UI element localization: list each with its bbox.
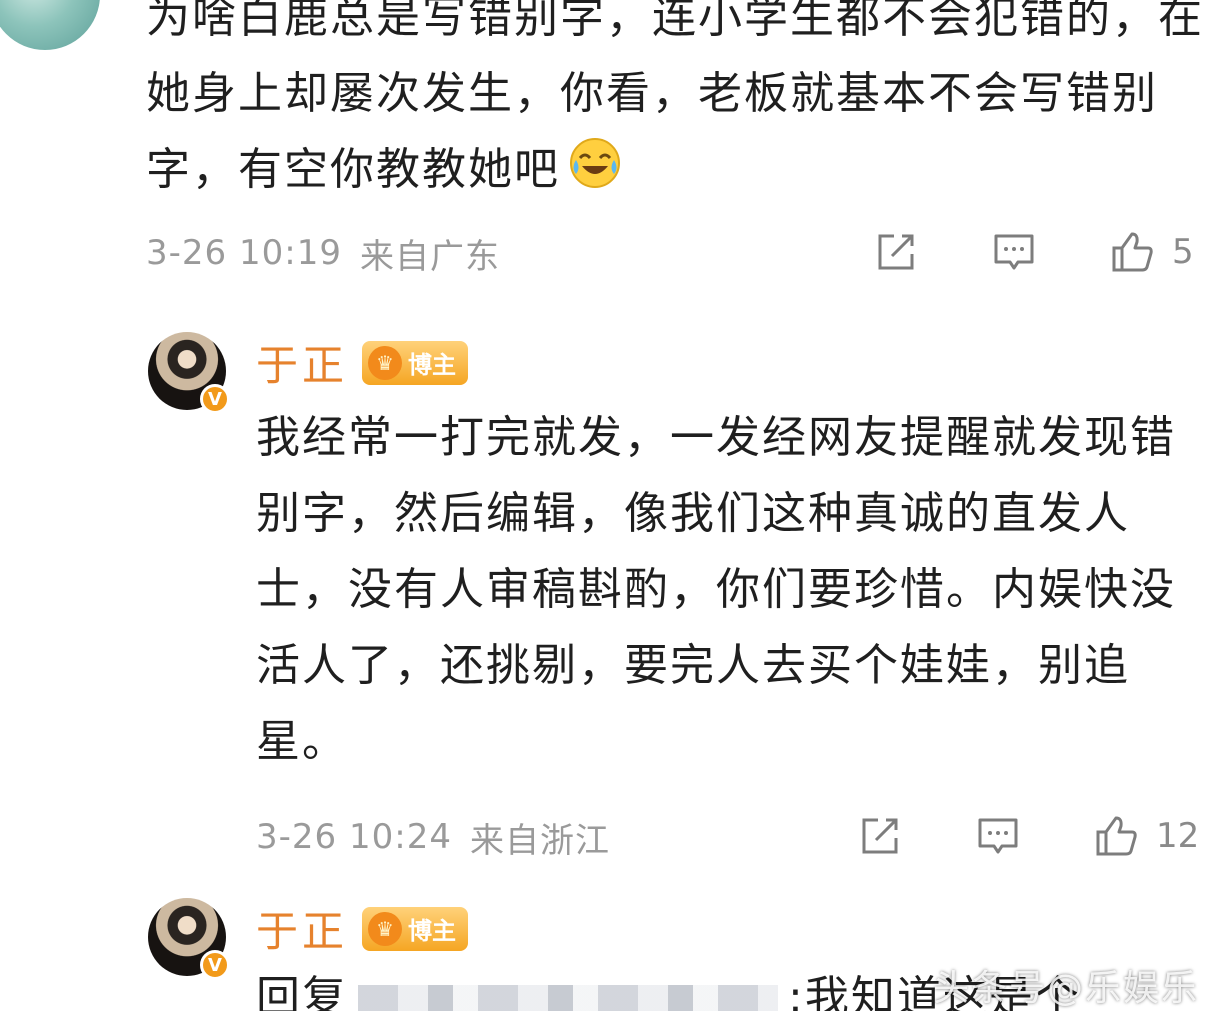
comment-body: 为啥白鹿总是写错别字，连小学生都不会犯错的，在她身上却屡次发生，你看，老板就基本… [146, 0, 1206, 208]
verified-v-icon: V [200, 384, 230, 414]
comment-time: 3-26 10:19 [146, 233, 342, 273]
crown-icon: ♛ [368, 911, 403, 946]
blogger-badge: ♛ 博主 [362, 906, 469, 951]
reply-actions: 12 [856, 812, 1199, 860]
reply-author-avatar[interactable]: V [148, 898, 230, 980]
blogger-badge: ♛ 博主 [362, 340, 469, 385]
verified-v-icon: V [200, 950, 230, 980]
reply-location: 来自浙江 [469, 820, 610, 861]
author-name[interactable]: 于正 [256, 898, 348, 959]
reply-time: 3-26 10:24 [256, 817, 452, 857]
comment-icon[interactable] [990, 228, 1038, 276]
comment-location: 来自广东 [359, 236, 500, 277]
comment-thread: 为啥白鹿总是写错别字，连小学生都不会犯错的，在她身上却屡次发生，你看，老板就基本… [0, 0, 1209, 1011]
comment-text: 为啥白鹿总是写错别字，连小学生都不会犯错的，在她身上却屡次发生，你看，老板就基本… [146, 0, 1204, 195]
share-icon[interactable] [856, 812, 904, 860]
commenter-avatar[interactable] [0, 0, 100, 50]
author-name[interactable]: 于正 [256, 332, 348, 393]
reply-author-avatar[interactable]: V [148, 332, 230, 414]
reply-author-row: 于正 ♛ 博主 [256, 332, 469, 393]
laughing-crying-emoji-icon [568, 136, 622, 190]
watermark: 头条号@乐娱乐 [932, 968, 1199, 1009]
blurred-username [358, 985, 778, 1011]
share-icon[interactable] [872, 228, 920, 276]
reply-author-row: 于正 ♛ 博主 [256, 898, 469, 959]
comment-actions: 5 [872, 228, 1194, 276]
blogger-badge-label: 博主 [408, 917, 457, 945]
reply-body: 我经常一打完就发，一发经网友提醒就发现错别字，然后编辑，像我们这种真诚的直发人士… [256, 412, 1176, 767]
comment-meta: 3-26 10:19 来自广东 [146, 228, 500, 278]
thumbs-up-icon[interactable] [1108, 228, 1156, 276]
reply-prefix: 回复 [256, 972, 348, 1011]
like-count: 5 [1172, 232, 1194, 272]
reply-meta: 3-26 10:24 来自浙江 [256, 812, 610, 862]
comment-icon[interactable] [974, 812, 1022, 860]
blogger-badge-label: 博主 [408, 351, 457, 379]
thumbs-up-icon[interactable] [1092, 812, 1140, 860]
like-count: 12 [1156, 816, 1200, 856]
crown-icon: ♛ [368, 345, 403, 380]
